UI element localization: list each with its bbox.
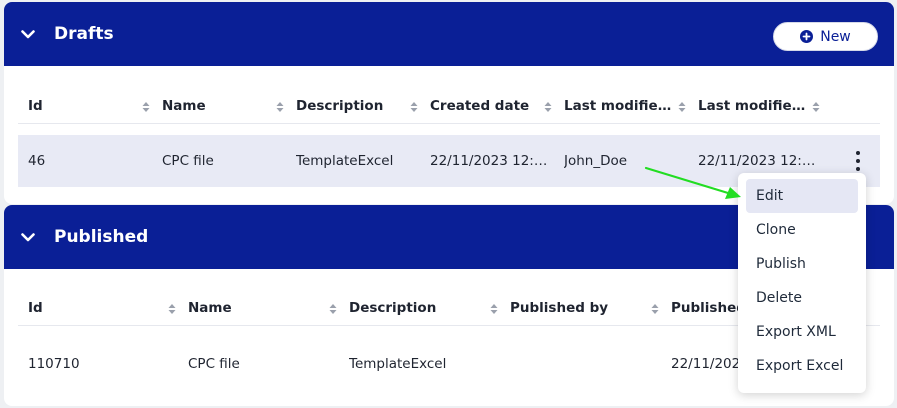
cell-id: 46	[28, 153, 46, 169]
cell-id: 110710	[28, 356, 80, 372]
sort-icon[interactable]	[329, 304, 337, 314]
column-header-created-date[interactable]: Created date	[430, 88, 540, 124]
column-header-name[interactable]: Name	[188, 290, 318, 326]
sort-icon[interactable]	[168, 304, 176, 314]
column-header-description[interactable]: Description	[349, 290, 479, 326]
sort-icon[interactable]	[276, 102, 284, 112]
cell-name: CPC file	[188, 356, 240, 372]
menu-item-edit[interactable]: Edit	[746, 179, 858, 213]
column-header-published-by[interactable]: Published by	[510, 290, 640, 326]
menu-item-export-excel[interactable]: Export Excel	[746, 349, 858, 383]
chevron-down-icon[interactable]	[20, 26, 36, 42]
drafts-header[interactable]: Drafts New	[4, 2, 894, 66]
column-header-id[interactable]: Id	[28, 88, 148, 124]
menu-item-export-xml[interactable]: Export XML	[746, 315, 858, 349]
plus-circle-icon	[800, 30, 814, 43]
cell-description: TemplateExcel	[296, 153, 394, 169]
cell-description: TemplateExcel	[349, 356, 447, 372]
sort-icon[interactable]	[544, 102, 552, 112]
row-context-menu: Edit Clone Publish Delete Export XML Exp…	[738, 173, 866, 393]
sort-icon[interactable]	[678, 102, 686, 112]
cell-name: CPC file	[162, 153, 214, 169]
sort-icon[interactable]	[142, 102, 150, 112]
sort-icon[interactable]	[490, 304, 498, 314]
new-button[interactable]: New	[773, 22, 878, 51]
cell-last-modified-by: John_Doe	[564, 153, 628, 169]
cell-published-by	[510, 338, 640, 390]
menu-item-publish[interactable]: Publish	[746, 247, 858, 281]
column-header-id[interactable]: Id	[28, 290, 158, 326]
menu-item-clone[interactable]: Clone	[746, 213, 858, 247]
column-header-description[interactable]: Description	[296, 88, 406, 124]
column-header-last-modified-by[interactable]: Last modified…	[564, 88, 674, 124]
column-header-name[interactable]: Name	[162, 88, 272, 124]
drafts-table-header: Id Name Description Created date Last mo…	[18, 88, 880, 124]
menu-item-delete[interactable]: Delete	[746, 281, 858, 315]
cell-created-date: 22/11/2023 12:…	[430, 153, 548, 169]
drafts-title: Drafts	[54, 24, 114, 44]
column-header-last-modified-date[interactable]: Last modified…	[698, 88, 808, 124]
sort-icon[interactable]	[812, 102, 820, 112]
sort-icon[interactable]	[651, 304, 659, 314]
sort-icon[interactable]	[410, 102, 418, 112]
more-vertical-icon[interactable]	[854, 151, 862, 171]
new-button-label: New	[820, 28, 851, 45]
chevron-down-icon[interactable]	[20, 229, 36, 245]
published-title: Published	[54, 227, 149, 247]
